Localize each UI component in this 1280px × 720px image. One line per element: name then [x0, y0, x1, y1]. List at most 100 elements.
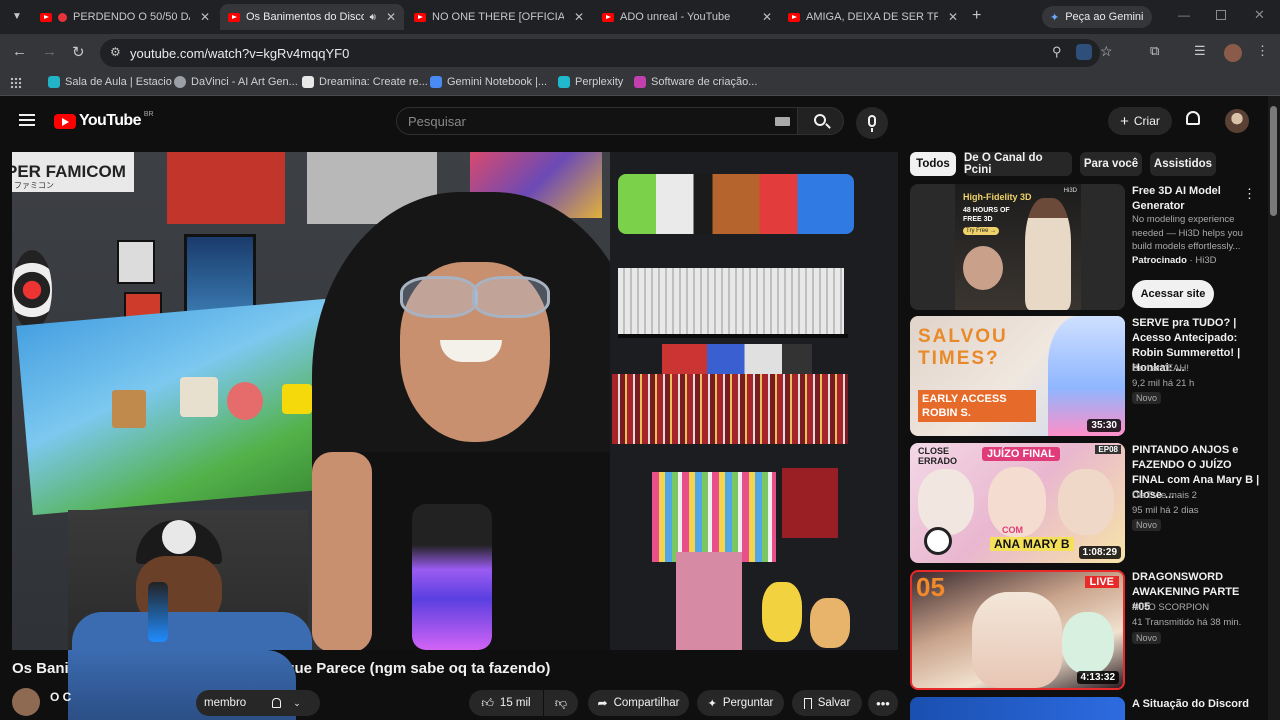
recommendation-title[interactable]: A Situação do Discord: [1132, 697, 1260, 712]
youtube-logo[interactable]: YouTube BR: [54, 110, 154, 130]
dislike-button[interactable]: 👎︎: [544, 690, 578, 716]
tab-search-icon[interactable]: ▼: [8, 8, 26, 26]
bookmark-label: Perplexity: [575, 76, 624, 88]
bookmark-favicon-icon: [48, 76, 60, 88]
close-tab-icon[interactable]: ✕: [200, 10, 210, 24]
bookmark-item[interactable]: DaVinci - AI Art Gen...: [174, 76, 298, 88]
speaker-icon[interactable]: 🔊︎: [370, 12, 376, 23]
channel-avatar[interactable]: [12, 688, 40, 716]
browser-tab[interactable]: AMIGA, DEIXA DE SER TROU ✕: [780, 4, 966, 30]
save-button[interactable]: Salvar: [792, 690, 862, 716]
search-input[interactable]: Pesquisar: [396, 107, 798, 135]
region-code: BR: [143, 110, 154, 118]
recommendation-channel[interactable]: BarbarYEAH!: [1132, 362, 1189, 376]
browser-tab[interactable]: ADO unreal - YouTube ✕: [594, 4, 780, 30]
video-title-rest: o que Parece (ngm sabe oq ta fazendo): [272, 660, 551, 677]
notifications-bell-icon[interactable]: [1186, 111, 1200, 125]
forward-icon[interactable]: →: [42, 43, 57, 60]
recommendation-thumbnail[interactable]: [910, 697, 1125, 720]
close-tab-icon[interactable]: ✕: [948, 10, 958, 24]
close-tab-icon[interactable]: ✕: [762, 10, 772, 24]
video-player[interactable]: PER FAMICOM ファミコン: [12, 152, 898, 650]
thumb-episode-number: 05: [916, 572, 945, 602]
url-field[interactable]: ⚙︎ youtube.com/watch?v=kgRv4mqqYF0 ⚲ ☆: [100, 39, 1113, 67]
profile-avatar[interactable]: [1224, 44, 1242, 62]
browser-tab[interactable]: NO ONE THERE [OFFICIAL] - ✕: [406, 4, 592, 30]
bookmark-label: Software de criação...: [651, 76, 758, 88]
share-button[interactable]: ➦ Compartilhar: [588, 690, 689, 716]
recommendation-thumbnail[interactable]: SALVOU TIMES? EARLY ACCESS ROBIN S. 35:3…: [910, 316, 1125, 436]
channel-logo-icon: [924, 527, 952, 555]
member-button[interactable]: membro ⌄: [196, 690, 320, 716]
voice-search-button[interactable]: [856, 107, 888, 139]
bookmark-item[interactable]: Sala de Aula | Estacio: [48, 76, 172, 88]
recommendation-meta: 9,2 mil há 21 h: [1132, 378, 1195, 389]
ad-model-figure: [1025, 198, 1071, 310]
install-app-icon[interactable]: [1076, 44, 1092, 60]
page-scrollbar-thumb[interactable]: [1270, 106, 1277, 216]
duration-badge: 35:30: [1087, 419, 1121, 432]
close-tab-icon[interactable]: ✕: [386, 10, 396, 24]
youtube-favicon-icon: [788, 12, 800, 22]
minimize-window-icon[interactable]: —: [1178, 8, 1190, 22]
visit-site-button[interactable]: Acessar site: [1132, 280, 1214, 308]
ad-title[interactable]: Free 3D AI Model Generator: [1132, 184, 1240, 214]
bookmark-item[interactable]: Perplexity: [558, 76, 623, 88]
zoom-icon[interactable]: ⚲: [1052, 44, 1062, 60]
close-tab-icon[interactable]: ✕: [574, 10, 584, 24]
bookmark-favicon-icon: [634, 76, 646, 88]
gemini-button[interactable]: ✦ Peça ao Gemini: [1042, 6, 1152, 28]
account-avatar[interactable]: [1225, 109, 1249, 133]
ask-button[interactable]: ✦ Perguntar: [697, 690, 784, 716]
like-button[interactable]: 👍︎ 15 mil: [469, 690, 543, 716]
close-window-icon[interactable]: ✕: [1254, 7, 1265, 23]
browser-tab-active[interactable]: Os Banimentos do Disco 🔊︎ ✕: [220, 4, 404, 30]
plus-icon: +: [1120, 112, 1129, 130]
bookmark-item[interactable]: Dreamina: Create re...: [302, 76, 428, 88]
recommendation-thumbnail[interactable]: 05 LIVE 4:13:32: [910, 570, 1125, 690]
hamburger-menu-icon[interactable]: [19, 114, 35, 126]
back-icon[interactable]: ←: [12, 43, 27, 60]
bell-icon: [272, 698, 282, 708]
thumb-episode: EP08: [1095, 445, 1121, 454]
recommendation-channel[interactable]: DiaTV e mais 2: [1132, 489, 1197, 503]
member-label: membro: [204, 697, 247, 709]
channel-name[interactable]: O C: [50, 690, 71, 704]
bookmark-star-icon[interactable]: ☆: [1100, 43, 1113, 60]
media-controls-icon[interactable]: ☰: [1194, 43, 1206, 59]
search-button[interactable]: [797, 107, 844, 135]
restore-window-icon[interactable]: [1216, 10, 1226, 20]
browser-tab[interactable]: PERDENDO O 50/50 DA C ✕: [32, 4, 218, 30]
apps-grid-icon[interactable]: [10, 77, 22, 89]
menu-icon[interactable]: ⋮: [1256, 43, 1269, 59]
more-actions-button[interactable]: •••: [868, 690, 898, 716]
chip-label: De O Canal do Pcini: [964, 152, 1043, 176]
ad-thumbnail[interactable]: High-Fidelity 3D 48 HOURS OF FREE 3D Try…: [910, 184, 1125, 310]
ad-thumb-button: Try Free →: [963, 227, 1000, 235]
sponsor-name: Hi3D: [1195, 255, 1217, 266]
new-badge: Novo: [1132, 632, 1162, 644]
share-label: Compartilhar: [613, 697, 680, 709]
browser-toolbar: ← → ↻ ⚙︎ youtube.com/watch?v=kgRv4mqqYF0…: [0, 34, 1280, 72]
youtube-favicon-icon: [414, 12, 426, 22]
reload-icon[interactable]: ↻: [72, 43, 85, 61]
bookmark-item[interactable]: Gemini Notebook |...: [430, 76, 547, 88]
recommendation-thumbnail[interactable]: CLOSE ERRADO JUÍZO FINAL EP08 COM ANA MA…: [910, 443, 1125, 563]
recommendation-channel[interactable]: NIRO SCORPION: [1132, 601, 1209, 615]
url-text: youtube.com/watch?v=kgRv4mqqYF0: [130, 45, 350, 61]
extensions-icon[interactable]: ⧉: [1150, 43, 1159, 59]
chip-todos[interactable]: Todos: [910, 152, 956, 176]
site-info-icon[interactable]: ⚙︎: [110, 45, 121, 59]
famicom-poster: PER FAMICOM ファミコン: [12, 152, 134, 192]
bookmark-favicon-icon: [558, 76, 570, 88]
bookmark-item[interactable]: Software de criação...: [634, 76, 757, 88]
chip-for-you[interactable]: Para você: [1080, 152, 1142, 176]
create-button[interactable]: + Criar: [1108, 107, 1172, 135]
new-tab-button[interactable]: +: [972, 7, 981, 25]
search-placeholder: Pesquisar: [408, 113, 466, 129]
chip-watched[interactable]: Assistidos: [1150, 152, 1216, 176]
ad-more-icon[interactable]: ⋮: [1243, 186, 1256, 202]
keyboard-icon[interactable]: [775, 117, 790, 126]
chip-channel[interactable]: De O Canal do Pcini: [964, 152, 1072, 176]
bookmark-label: DaVinci - AI Art Gen...: [191, 76, 298, 88]
